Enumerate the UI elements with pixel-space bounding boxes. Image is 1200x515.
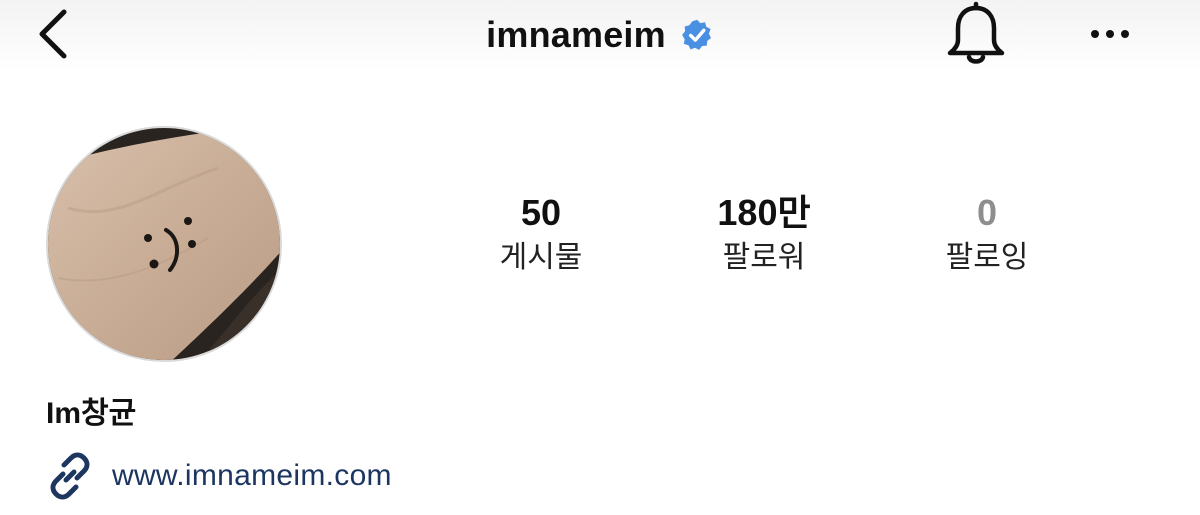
username-title: imnameim: [486, 14, 666, 55]
link-icon: [50, 452, 90, 500]
stat-posts[interactable]: 50 게시물: [441, 190, 641, 278]
top-navigation-bar: imnameim: [0, 0, 1200, 72]
website-link[interactable]: www.imnameim.com: [44, 450, 392, 502]
stat-following[interactable]: 0 팔로잉: [887, 190, 1087, 278]
stat-followers[interactable]: 180만 팔로워: [664, 190, 864, 278]
bell-icon: [947, 1, 1005, 64]
stat-label: 팔로워: [722, 241, 806, 274]
stat-label: 게시물: [499, 241, 583, 274]
more-dots-icon: [1091, 30, 1129, 38]
stat-label: 팔로잉: [945, 241, 1029, 274]
notifications-button[interactable]: [944, 0, 1008, 70]
display-name: Im창균: [46, 397, 137, 430]
profile-photo: [48, 128, 280, 360]
header-title: imnameim: [0, 0, 1200, 72]
profile-avatar[interactable]: [46, 126, 282, 362]
stat-value: 50: [520, 192, 562, 233]
stat-value: 180만: [717, 192, 811, 233]
verified-badge-icon: [681, 19, 711, 50]
website-link-text: www.imnameim.com: [112, 459, 392, 492]
more-options-button[interactable]: [1080, 12, 1140, 56]
stat-value: 0: [976, 192, 998, 233]
